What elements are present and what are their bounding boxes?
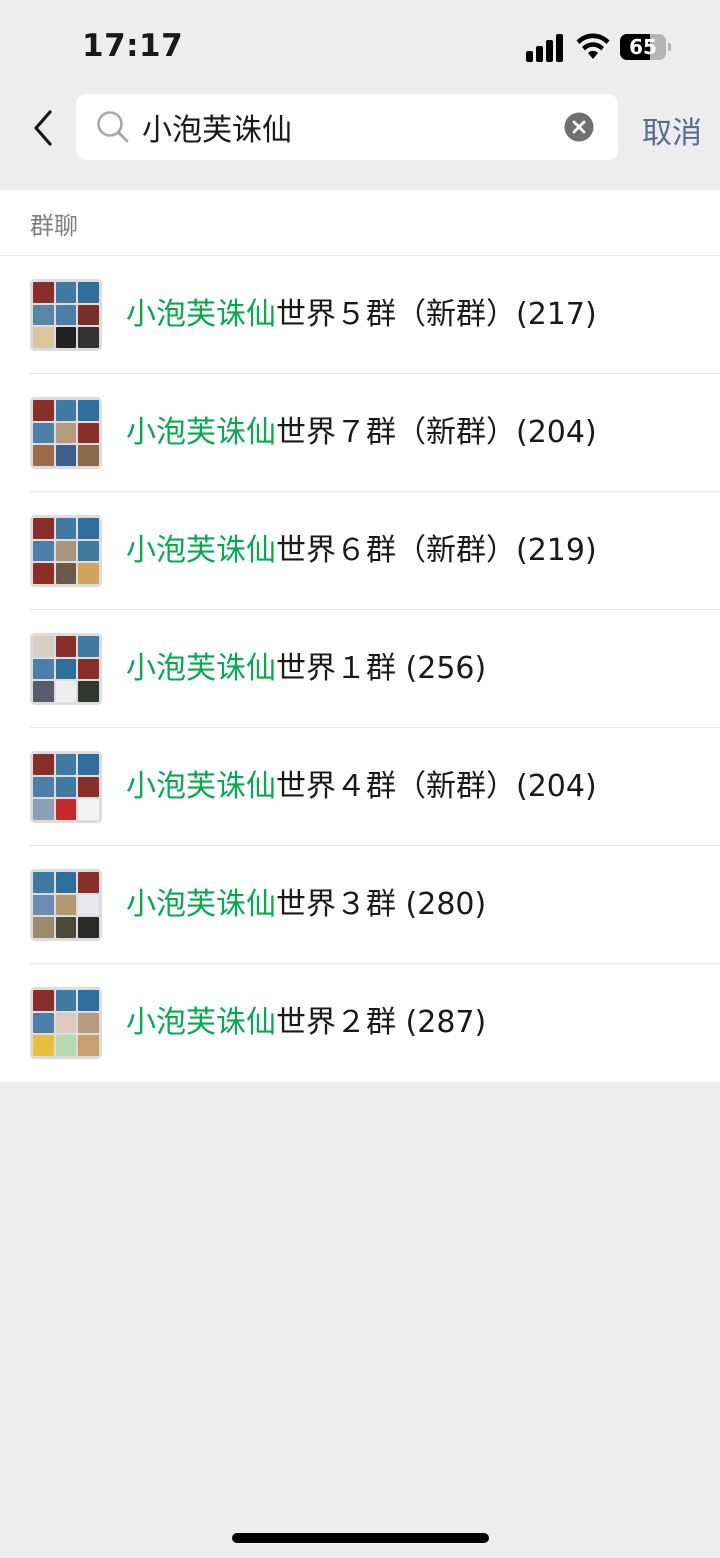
search-input[interactable] bbox=[142, 94, 552, 160]
group-chat-name-suffix: 世界２群 (287) bbox=[276, 1005, 487, 1040]
matched-keyword: 小泡芙诛仙 bbox=[126, 1005, 276, 1040]
group-chat-name: 小泡芙诛仙世界２群 (287) bbox=[126, 964, 486, 1082]
group-chat-row[interactable]: 小泡芙诛仙世界４群（新群）(204) bbox=[0, 728, 720, 846]
group-chat-row[interactable]: 小泡芙诛仙世界２群 (287) bbox=[0, 964, 720, 1082]
group-chat-name: 小泡芙诛仙世界３群 (280) bbox=[126, 846, 486, 964]
wifi-icon bbox=[576, 33, 610, 59]
group-avatar bbox=[30, 869, 102, 941]
group-avatar bbox=[30, 751, 102, 823]
matched-keyword: 小泡芙诛仙 bbox=[126, 533, 276, 568]
matched-keyword: 小泡芙诛仙 bbox=[126, 887, 276, 922]
group-chat-row[interactable]: 小泡芙诛仙世界１群 (256) bbox=[0, 610, 720, 728]
home-indicator[interactable] bbox=[232, 1533, 489, 1543]
status-bar: 17:17 65 bbox=[0, 0, 720, 90]
group-chat-row[interactable]: 小泡芙诛仙世界６群（新群）(219) bbox=[0, 492, 720, 610]
search-icon bbox=[97, 111, 129, 143]
matched-keyword: 小泡芙诛仙 bbox=[126, 415, 276, 450]
group-chat-name-suffix: 世界６群（新群）(219) bbox=[276, 533, 597, 568]
group-avatar bbox=[30, 279, 102, 351]
group-chat-name: 小泡芙诛仙世界１群 (256) bbox=[126, 610, 486, 728]
section-title-group-chats: 群聊 bbox=[0, 190, 720, 256]
search-box[interactable] bbox=[76, 94, 618, 160]
group-chat-name-suffix: 世界７群（新群）(204) bbox=[276, 415, 597, 450]
matched-keyword: 小泡芙诛仙 bbox=[126, 769, 276, 804]
group-chat-name-suffix: 世界１群 (256) bbox=[276, 651, 487, 686]
group-chat-name-suffix: 世界３群 (280) bbox=[276, 887, 487, 922]
back-arrow-icon[interactable] bbox=[26, 106, 60, 150]
status-time: 17:17 bbox=[82, 28, 184, 64]
group-chat-name: 小泡芙诛仙世界５群（新群）(217) bbox=[126, 256, 597, 374]
group-avatar bbox=[30, 633, 102, 705]
group-chat-name-suffix: 世界５群（新群）(217) bbox=[276, 297, 597, 332]
cancel-button[interactable]: 取消 bbox=[642, 108, 702, 152]
clear-search-icon[interactable] bbox=[564, 112, 594, 142]
group-chat-row[interactable]: 小泡芙诛仙世界５群（新群）(217) bbox=[0, 256, 720, 374]
cellular-signal-icon bbox=[526, 34, 564, 62]
group-avatar bbox=[30, 987, 102, 1059]
search-results: 群聊 小泡芙诛仙世界５群（新群）(217) 小泡芙诛仙世界７群（新群）(204) 小… bbox=[0, 190, 720, 1082]
group-chat-name: 小泡芙诛仙世界６群（新群）(219) bbox=[126, 492, 597, 610]
matched-keyword: 小泡芙诛仙 bbox=[126, 297, 276, 332]
matched-keyword: 小泡芙诛仙 bbox=[126, 651, 276, 686]
group-chat-list: 小泡芙诛仙世界５群（新群）(217) 小泡芙诛仙世界７群（新群）(204) 小泡芙诛… bbox=[0, 256, 720, 1082]
group-chat-name: 小泡芙诛仙世界７群（新群）(204) bbox=[126, 374, 597, 492]
group-chat-name: 小泡芙诛仙世界４群（新群）(204) bbox=[126, 728, 597, 846]
battery-level-text: 65 bbox=[629, 35, 657, 59]
group-avatar bbox=[30, 397, 102, 469]
group-chat-row[interactable]: 小泡芙诛仙世界７群（新群）(204) bbox=[0, 374, 720, 492]
group-chat-name-suffix: 世界４群（新群）(204) bbox=[276, 769, 597, 804]
group-chat-row[interactable]: 小泡芙诛仙世界３群 (280) bbox=[0, 846, 720, 964]
battery-icon: 65 bbox=[620, 34, 672, 60]
group-avatar bbox=[30, 515, 102, 587]
